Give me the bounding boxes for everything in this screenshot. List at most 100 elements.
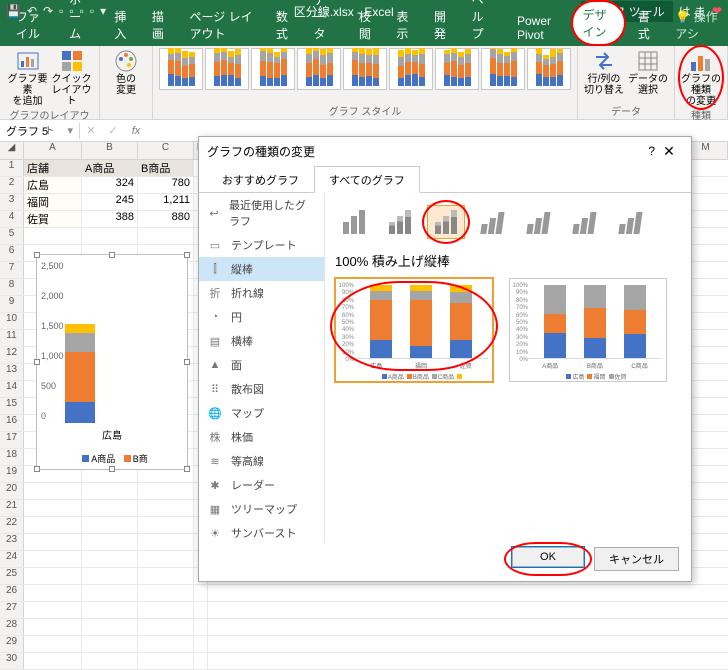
cell[interactable] — [82, 517, 138, 533]
row-header[interactable]: 15 — [0, 398, 24, 414]
select-all-corner[interactable]: ◢ — [0, 142, 24, 159]
cell[interactable] — [138, 636, 194, 652]
chart-type-item[interactable]: ≋等高線 — [199, 449, 324, 473]
cell[interactable] — [138, 653, 194, 669]
cell[interactable] — [24, 483, 82, 499]
tab-all-charts[interactable]: すべてのグラフ — [314, 166, 420, 193]
qat-icon[interactable]: ▫ — [90, 4, 94, 18]
tab-recommended[interactable]: おすすめグラフ — [207, 166, 314, 193]
save-icon[interactable]: 💾 — [6, 4, 21, 18]
chart-type-item[interactable]: ⫿縦棒 — [199, 257, 324, 281]
chart-type-item[interactable]: ▤横棒 — [199, 329, 324, 353]
chart-style-thumb[interactable] — [205, 48, 249, 90]
chart-type-item[interactable]: ⠿散布図 — [199, 377, 324, 401]
cell[interactable]: 福岡 — [24, 194, 82, 210]
row-header[interactable]: 24 — [0, 551, 24, 567]
switch-row-col-button[interactable]: 行/列の 切り替え — [584, 48, 624, 96]
row-header[interactable]: 19 — [0, 466, 24, 482]
chart-style-thumb[interactable] — [297, 48, 341, 90]
cell[interactable] — [194, 602, 208, 618]
chart-style-thumb[interactable] — [527, 48, 571, 90]
cell[interactable]: 388 — [82, 211, 138, 227]
tab-view[interactable]: 表示 — [386, 4, 422, 46]
row-header[interactable]: 2 — [0, 177, 24, 193]
qat-icon[interactable]: ▫ — [59, 4, 63, 18]
qat-more-icon[interactable]: ▾ — [100, 4, 106, 18]
col-header[interactable]: A — [24, 142, 82, 159]
cell[interactable]: 880 — [138, 211, 194, 227]
row-header[interactable]: 3 — [0, 194, 24, 210]
tab-help[interactable]: ヘルプ — [462, 0, 505, 46]
chart-type-item[interactable]: ◔円 — [199, 305, 324, 329]
chart-type-item[interactable]: ✱レーダー — [199, 473, 324, 497]
chart-style-thumb[interactable] — [159, 48, 203, 90]
row-header[interactable]: 25 — [0, 568, 24, 584]
chart-type-item[interactable]: ☀サンバースト — [199, 521, 324, 543]
row-header[interactable]: 5 — [0, 228, 24, 244]
cell[interactable] — [82, 619, 138, 635]
cell[interactable] — [24, 517, 82, 533]
cell[interactable] — [82, 228, 138, 244]
tab-developer[interactable]: 開発 — [424, 4, 460, 46]
cell[interactable] — [82, 636, 138, 652]
tab-design[interactable]: デザイン — [571, 0, 626, 46]
chart-type-item[interactable]: 株株価 — [199, 425, 324, 449]
close-icon[interactable]: ✕ — [655, 143, 683, 160]
cell[interactable] — [138, 619, 194, 635]
cell[interactable]: A商品 — [82, 160, 138, 176]
row-header[interactable]: 20 — [0, 483, 24, 499]
cell[interactable] — [138, 500, 194, 516]
chart-type-item[interactable]: 折折れ線 — [199, 281, 324, 305]
cell[interactable] — [138, 483, 194, 499]
cell[interactable]: 1,211 — [138, 194, 194, 210]
tab-insert[interactable]: 挿入 — [104, 4, 140, 46]
tab-pagelayout[interactable]: ページ レイアウト — [180, 4, 264, 46]
subtype-item[interactable] — [519, 205, 557, 239]
cell[interactable] — [138, 585, 194, 601]
row-header[interactable]: 17 — [0, 432, 24, 448]
col-header[interactable]: C — [138, 142, 194, 159]
cell[interactable] — [24, 500, 82, 516]
chart-type-item[interactable]: ▦ツリーマップ — [199, 497, 324, 521]
help-icon[interactable]: ? — [648, 144, 655, 158]
row-header[interactable]: 11 — [0, 330, 24, 346]
subtype-item[interactable] — [381, 205, 419, 239]
row-header[interactable]: 7 — [0, 262, 24, 278]
tab-format[interactable]: 書式 — [628, 4, 664, 46]
cell[interactable] — [82, 568, 138, 584]
cell[interactable]: 佐賀 — [24, 211, 82, 227]
cell[interactable] — [24, 653, 82, 669]
chart-style-thumb[interactable] — [343, 48, 387, 90]
subtype-item[interactable] — [611, 205, 649, 239]
row-header[interactable]: 26 — [0, 585, 24, 601]
quick-layout-button[interactable]: クイック レイアウト — [52, 48, 92, 107]
cell[interactable] — [82, 483, 138, 499]
cell[interactable]: 広島 — [24, 177, 82, 193]
row-header[interactable]: 27 — [0, 602, 24, 618]
chart-type-item[interactable]: 🌐マップ — [199, 401, 324, 425]
cell[interactable]: 店舗 — [24, 160, 82, 176]
redo-icon[interactable]: ↷ — [43, 4, 53, 18]
cell[interactable] — [82, 653, 138, 669]
preview-by-product[interactable]: 100%90%80%70%60%50%40%30%20%10%0% A商品B商品… — [509, 278, 667, 382]
row-header[interactable]: 1 — [0, 160, 24, 176]
cell[interactable] — [138, 534, 194, 550]
row-header[interactable]: 12 — [0, 347, 24, 363]
row-header[interactable]: 13 — [0, 364, 24, 380]
row-header[interactable]: 28 — [0, 619, 24, 635]
chart-type-list[interactable]: ↩最近使用したグラフ▭テンプレート⫿縦棒折折れ線◔円▤横棒▲面⠿散布図🌐マップ株… — [199, 193, 325, 543]
undo-icon[interactable]: ↶ — [27, 4, 37, 18]
row-header[interactable]: 23 — [0, 534, 24, 550]
cancel-button[interactable]: キャンセル — [594, 547, 679, 571]
cell[interactable] — [194, 636, 208, 652]
cell[interactable] — [194, 585, 208, 601]
row-header[interactable]: 10 — [0, 313, 24, 329]
cell[interactable]: 780 — [138, 177, 194, 193]
chart-style-thumb[interactable] — [481, 48, 525, 90]
subtype-item[interactable] — [473, 205, 511, 239]
cell[interactable] — [82, 500, 138, 516]
cell[interactable] — [24, 228, 82, 244]
cell[interactable] — [24, 619, 82, 635]
chart-style-thumb[interactable] — [389, 48, 433, 90]
cell[interactable]: B商品 — [138, 160, 194, 176]
